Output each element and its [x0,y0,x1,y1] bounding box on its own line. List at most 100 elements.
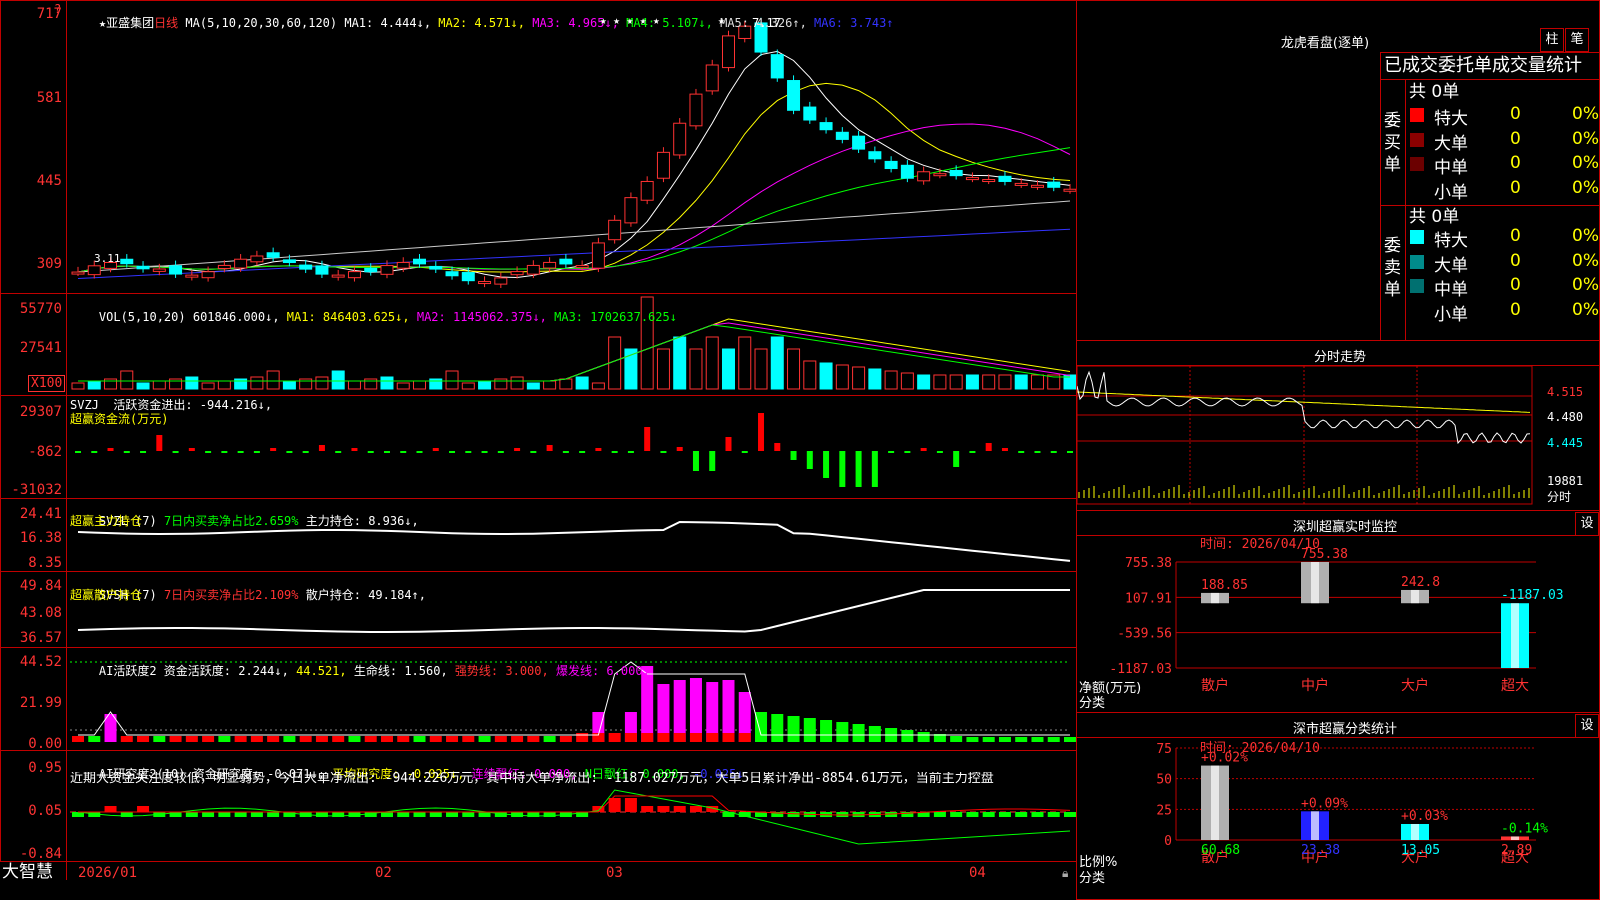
ai2-bar [966,737,979,742]
ai2-bar [852,724,865,742]
candle-body [559,258,573,265]
longhu-row: 小单 0 0% [1408,300,1599,325]
main-chart[interactable] [0,0,1077,880]
ma6-value: MA6: 3.743↑ [814,16,894,30]
row-label: 中单 [1434,280,1468,300]
classify-ylabel: 比例% [1079,855,1118,870]
ai2-base-bar [641,733,654,742]
color-swatch [1410,108,1424,122]
vol-unit-badge[interactable]: X100 [28,375,66,392]
lock-icon[interactable]: 🔒︎ [1062,866,1068,880]
svzj-bar [383,451,390,453]
candle-body [461,272,475,282]
volume-bar [868,368,882,390]
volume-bar [510,376,524,390]
ai2-bar [462,736,475,742]
row-label: 中单 [1434,158,1468,178]
ai2-bar [72,736,84,742]
svzj-header: SVZJ 活跃资金进出: -944.216↓, [70,398,273,412]
ai2-bar [755,712,768,742]
fenshi-chart[interactable] [1077,366,1547,506]
ai2-bar [901,730,914,742]
fenshi-vol-label: 19881 [1547,474,1584,488]
vol-header: VOL(5,10,20) 601846.000↓, MA1: 846403.62… [98,310,677,324]
fenshi-ylabel: 4.445 [1547,436,1584,450]
tab-zhu[interactable]: 柱 [1540,28,1564,52]
vol-ytick: 55770 [19,301,62,317]
candle-body [234,258,248,269]
buy-total: 共 0单 [1409,82,1460,102]
color-swatch [1410,279,1424,293]
svzj-bar [449,451,456,453]
row-count: 0 [1510,104,1521,124]
ai2-base-bar [738,733,751,742]
ai-research-bar [1047,812,1060,817]
svzj-bar [676,447,683,451]
candle-body [1047,181,1061,188]
row-count: 0 [1510,177,1521,198]
svzj-bar [1067,451,1073,453]
candle-body [152,268,166,272]
svzj-bar [936,451,943,453]
svsh-ytick: 36.57 [19,630,62,646]
ai2-bar [413,736,426,742]
bar-highlight [1211,592,1219,604]
stock-name[interactable]: 亚盛集团 [106,16,154,30]
volume-bar [835,364,849,390]
row-percent: 0% [1572,177,1599,198]
candle-body [169,265,183,275]
classify-settings-button[interactable]: 设 [1575,714,1599,738]
candle-body [965,177,979,181]
row-label: 小单 [1434,182,1468,203]
candle-body [396,261,410,269]
volume-bar [266,370,280,390]
ai2-bar [380,736,393,742]
ma1-value: MA1: 4.444↓, [344,16,432,30]
volume-bar [413,380,427,390]
value-label: -1187.03 [1501,588,1564,603]
category-label: 大户 [1401,677,1429,694]
ai-research-bar [104,806,117,812]
ai2-bar [283,736,296,742]
candle-body [900,164,914,179]
ai2-bar [771,714,784,742]
ai2-bar [169,736,182,742]
candle-body [998,175,1012,182]
value-label: +0.09% [1301,796,1348,811]
ai-research-avg-line [78,795,1071,816]
candle-body [494,277,508,285]
svzj-bar [497,451,504,453]
ai2-bar [543,736,556,742]
svzj-bar [75,451,81,453]
x-label: 04 [969,865,986,881]
volume-bar [136,382,150,390]
candle-body [640,180,654,201]
share-value: 60.68 [1201,843,1240,858]
volume-bar [965,374,979,390]
value-label: 242.8 [1401,575,1440,590]
ma2-value: MA2: 4.571↓, [438,16,525,30]
ai-research-bar [982,812,995,817]
svzj-bar [156,435,163,451]
ai2-bar [348,736,361,742]
volume-bar [315,376,329,390]
svzl-sub: 超赢主力持仓 [70,514,143,528]
row-percent: 0% [1572,226,1599,246]
value-label: 188.85 [1201,578,1248,593]
ai-research-bar [250,812,263,817]
ai2-bar [234,736,247,742]
ytick-label: -539.56 [1117,627,1172,642]
candle-body [364,267,378,273]
candle-body [933,173,947,177]
volume-bar [185,376,199,390]
volume-bar [884,370,898,390]
svzj-bar [611,451,618,453]
candle-body [689,93,703,127]
monitor-settings-button[interactable]: 设 [1575,512,1599,536]
tab-bi[interactable]: 笔 [1565,28,1589,52]
ai2-bar [153,736,166,742]
svsh-ytick: 49.84 [19,578,62,594]
svzj-bar [627,451,634,453]
ai2-ytick: 0.00 [28,736,62,752]
svzj-bar [400,451,407,453]
